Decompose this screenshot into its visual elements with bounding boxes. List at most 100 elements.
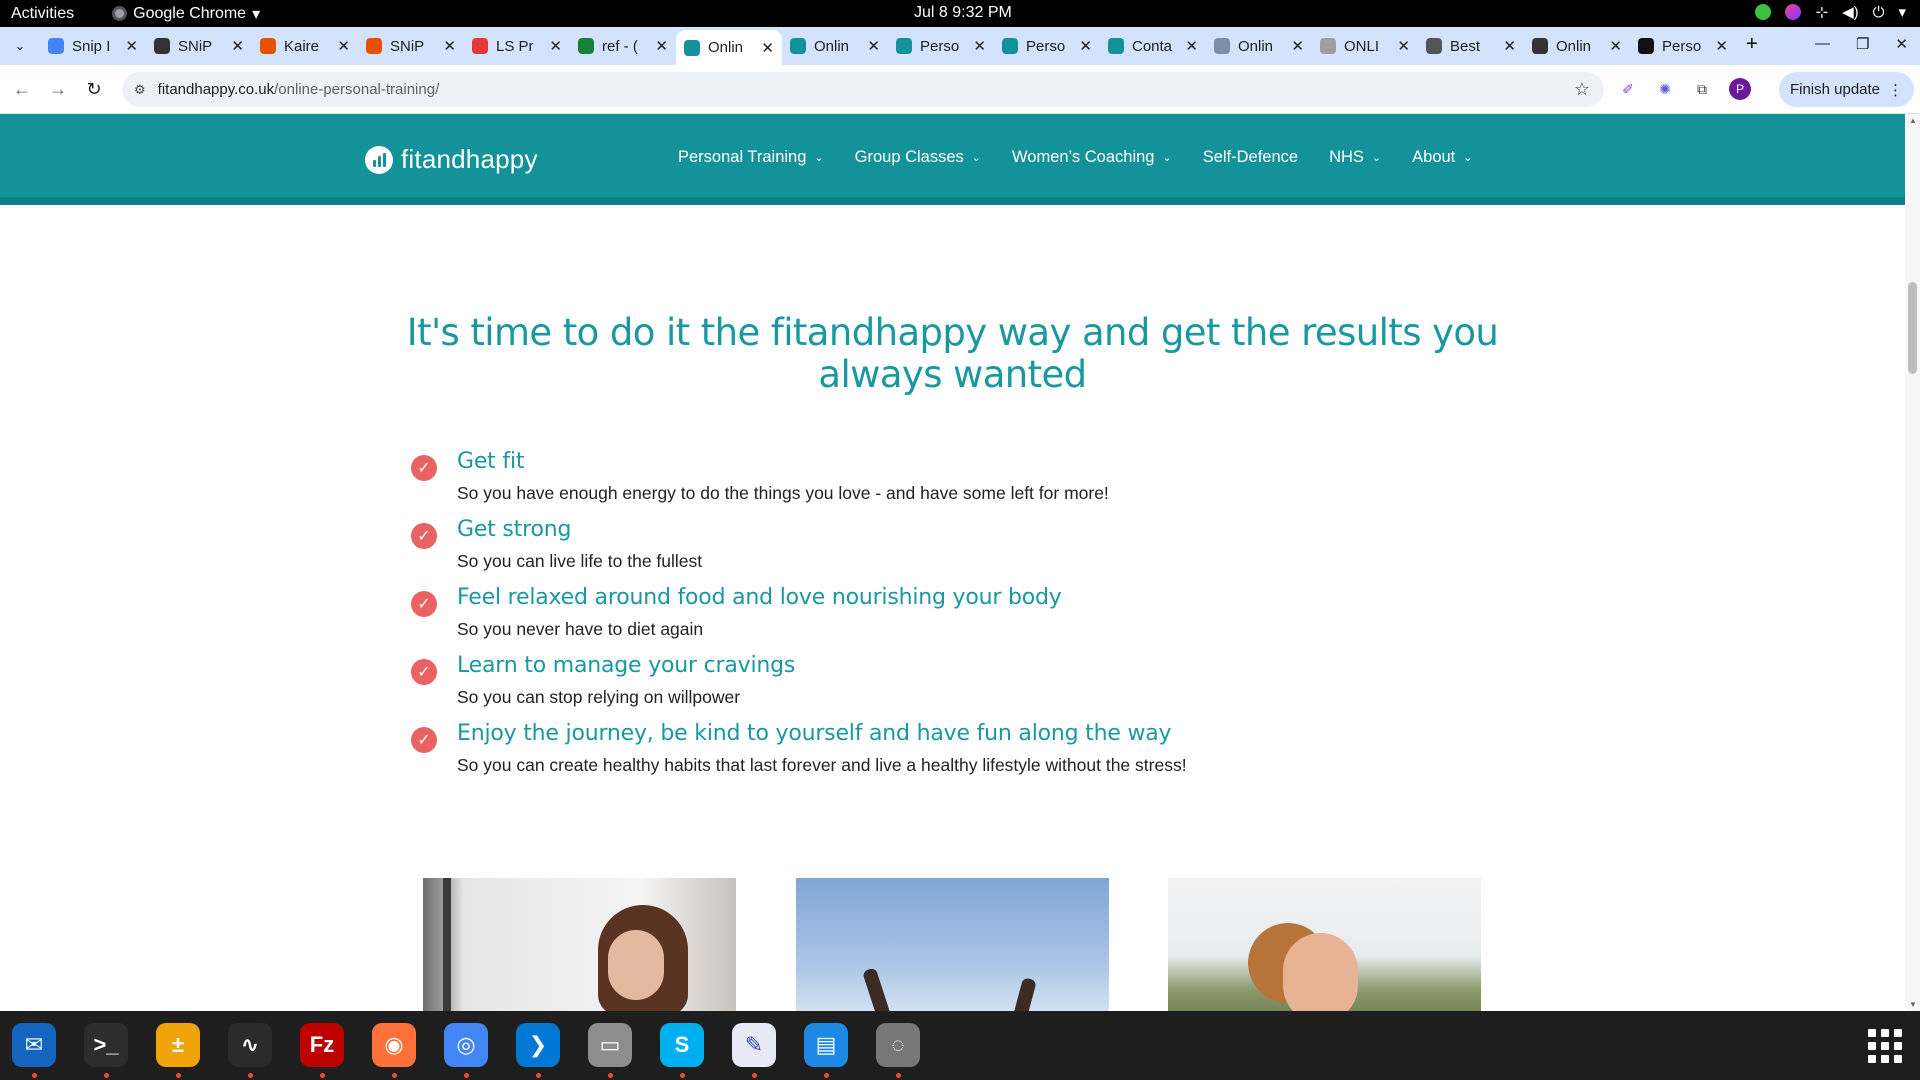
tab-close-icon[interactable]: ✕: [443, 37, 456, 55]
browser-tab[interactable]: LS Pr ✕: [464, 30, 570, 62]
scrollbar-thumb[interactable]: [1908, 282, 1917, 374]
nav-item[interactable]: NHS ⌄: [1329, 148, 1381, 167]
activities-button[interactable]: Activities: [11, 5, 74, 23]
firefox-icon[interactable]: ◉: [368, 1019, 420, 1078]
running-indicator: [607, 1073, 613, 1078]
volume-icon[interactable]: ◀): [1842, 3, 1859, 21]
network-icon[interactable]: ⊹: [1815, 3, 1828, 21]
tab-favicon-icon: [1214, 38, 1230, 54]
calculator-icon[interactable]: ±: [152, 1019, 204, 1078]
tab-close-icon[interactable]: ✕: [1397, 37, 1410, 55]
tab-close-icon[interactable]: ✕: [549, 37, 562, 55]
tab-close-icon[interactable]: ✕: [867, 37, 880, 55]
site-logo[interactable]: fitandhappy: [365, 144, 538, 175]
tab-favicon-icon: [472, 38, 488, 54]
chrome-icon[interactable]: ◎: [440, 1019, 492, 1078]
page-scrollbar[interactable]: ▲ ▼: [1905, 114, 1920, 1011]
show-apps-icon[interactable]: [1868, 1029, 1902, 1063]
power-icon[interactable]: ⏻: [1873, 4, 1885, 21]
tab-close-icon[interactable]: ✕: [973, 37, 986, 55]
app-indicator-icon[interactable]: [1785, 4, 1802, 20]
browser-tab[interactable]: Onlin ✕: [782, 30, 888, 62]
browser-tab[interactable]: Onlin ✕: [676, 30, 782, 65]
restore-icon[interactable]: ❐: [1856, 35, 1869, 53]
browser-tab[interactable]: SNiP ✕: [358, 30, 464, 62]
files-icon[interactable]: ▭: [584, 1019, 636, 1078]
browser-tab[interactable]: Perso ✕: [1630, 30, 1736, 62]
browser-tab[interactable]: Snip I ✕: [40, 30, 146, 62]
tab-close-icon[interactable]: ✕: [1185, 37, 1198, 55]
browser-tab[interactable]: ONLI ✕: [1312, 30, 1418, 62]
tab-close-icon[interactable]: ✕: [1503, 37, 1516, 55]
system-menu-arrow-icon[interactable]: ▾: [1898, 3, 1906, 21]
browser-tab[interactable]: Perso ✕: [888, 30, 994, 62]
browser-tab[interactable]: ref - (✕: [570, 30, 676, 62]
terminal-icon[interactable]: >_: [80, 1019, 132, 1078]
text-editor-icon[interactable]: ✎: [728, 1019, 780, 1078]
scroll-down-icon[interactable]: ▼: [1909, 1000, 1917, 1009]
address-bar[interactable]: ⚙ fitandhappy.co.uk /online-personal-tra…: [122, 72, 1604, 107]
app-menu[interactable]: Google Chrome ▾: [112, 4, 260, 24]
browser-tab[interactable]: Conta ✕: [1100, 30, 1206, 62]
dock-glyph: >_: [84, 1023, 128, 1067]
tab-close-icon[interactable]: ✕: [231, 37, 244, 55]
extensions-puzzle-icon[interactable]: ⧉: [1692, 79, 1712, 99]
browser-tab[interactable]: SNiP ✕: [146, 30, 252, 62]
dock-glyph: ∿: [228, 1023, 272, 1067]
tab-close-icon[interactable]: ✕: [337, 37, 350, 55]
thunderbird-icon[interactable]: ✉: [8, 1019, 60, 1078]
tab-close-icon[interactable]: ✕: [1609, 37, 1622, 55]
tab-close-icon[interactable]: ✕: [761, 39, 774, 57]
nav-item[interactable]: Women’s Coaching ⌄: [1012, 148, 1172, 167]
tab-close-icon[interactable]: ✕: [1715, 37, 1728, 55]
tab-close-icon[interactable]: ✕: [655, 37, 668, 55]
chevron-down-icon: ⌄: [1463, 152, 1473, 164]
update-indicator-icon[interactable]: [1755, 4, 1772, 20]
browser-tab[interactable]: Onlin ✕: [1206, 30, 1312, 62]
checkmark-icon: ✓: [411, 523, 437, 549]
back-button[interactable]: ←: [4, 79, 40, 100]
filezilla-icon[interactable]: Fz: [296, 1019, 348, 1078]
page-heading: It's time to do it the fitandhappy way a…: [406, 311, 1499, 396]
forward-button[interactable]: →: [40, 79, 76, 100]
kebab-menu-icon: ⋮: [1888, 81, 1904, 99]
nav-item[interactable]: About ⌄: [1412, 148, 1472, 167]
system-tray[interactable]: ⊹ ◀) ⏻ ▾: [1755, 3, 1906, 21]
sparkle-extension-icon[interactable]: ✺: [1655, 79, 1675, 99]
close-window-icon[interactable]: ✕: [1895, 35, 1908, 53]
dock-glyph: ◉: [372, 1023, 416, 1067]
libreoffice-writer-icon[interactable]: ▤: [800, 1019, 852, 1078]
nav-item-label: Women’s Coaching: [1012, 148, 1155, 166]
browser-tab[interactable]: Onlin ✕: [1524, 30, 1630, 62]
tab-strip: ⌄ Snip I ✕ SNiP ✕ Kaire ✕ SNiP ✕ LS Pr ✕ ref - (✕ O…: [0, 27, 1920, 65]
browser-tab[interactable]: Perso ✕: [994, 30, 1100, 62]
skype-icon[interactable]: S: [656, 1019, 708, 1078]
browser-tab[interactable]: Best ✕: [1418, 30, 1524, 62]
tab-close-icon[interactable]: ✕: [1079, 37, 1092, 55]
scroll-up-icon[interactable]: ▲: [1909, 116, 1917, 125]
tab-close-icon[interactable]: ✕: [1291, 37, 1304, 55]
tab-title: Perso: [1662, 37, 1702, 55]
site-info-icon[interactable]: ⚙: [134, 82, 146, 98]
browser-tab[interactable]: Kaire ✕: [252, 30, 358, 62]
reload-button[interactable]: ↻: [76, 79, 112, 100]
system-monitor-icon[interactable]: ∿: [224, 1019, 276, 1078]
extensions-area: ✐ ✺ ⧉ P: [1618, 78, 1751, 100]
profile-avatar[interactable]: P: [1729, 78, 1751, 100]
vscode-icon[interactable]: ❯: [512, 1019, 564, 1078]
nav-item[interactable]: Personal Training ⌄: [678, 148, 824, 167]
nav-item[interactable]: Group Classes ⌄: [855, 148, 981, 167]
tab-close-icon[interactable]: ✕: [125, 37, 138, 55]
running-indicator: [319, 1073, 325, 1078]
nav-item[interactable]: Self-Defence: [1203, 148, 1298, 167]
pen-extension-icon[interactable]: ✐: [1618, 79, 1638, 99]
new-tab-button[interactable]: +: [1746, 33, 1758, 56]
tab-search-button[interactable]: ⌄: [6, 32, 34, 60]
benefit-description: So you can create healthy habits that la…: [457, 755, 1187, 775]
bookmark-star-icon[interactable]: ☆: [1574, 79, 1590, 100]
finish-update-button[interactable]: Finish update ⋮: [1779, 72, 1914, 107]
clock[interactable]: Jul 8 9:32 PM: [914, 4, 1012, 22]
minimize-icon[interactable]: —: [1815, 35, 1830, 53]
disk-utility-icon[interactable]: ◌: [872, 1019, 924, 1078]
running-indicator: [895, 1073, 901, 1078]
